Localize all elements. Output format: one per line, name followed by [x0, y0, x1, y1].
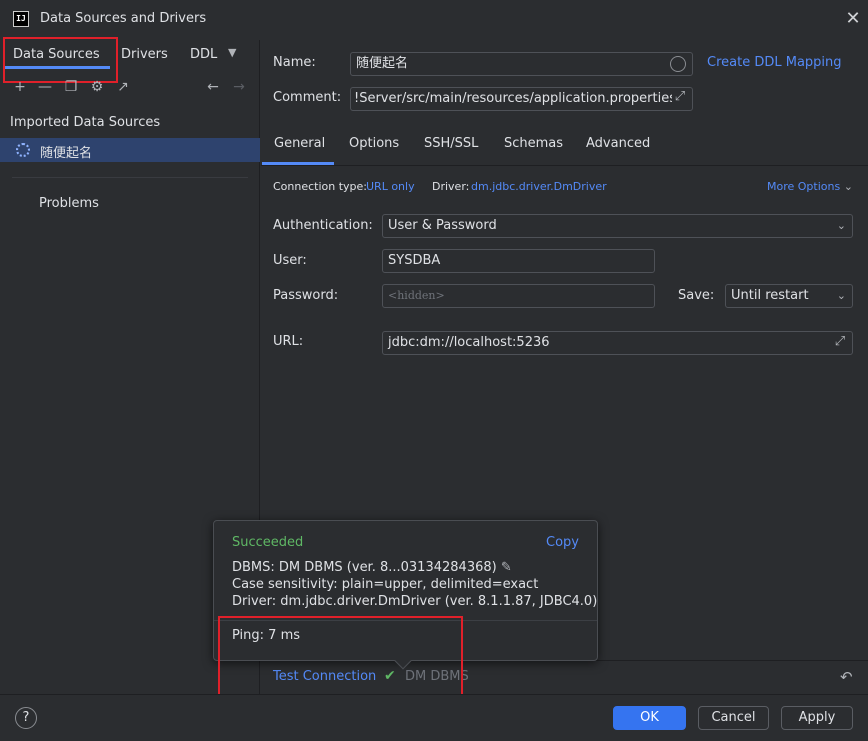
name-label: Name:	[273, 55, 316, 70]
comment-label: Comment:	[273, 90, 342, 105]
settings-icon[interactable]: ⚙	[88, 78, 106, 96]
comment-value: !Server/src/main/resources/application.p…	[354, 91, 677, 106]
driver-label: Driver:	[432, 180, 470, 193]
section-title: Imported Data Sources	[10, 115, 161, 130]
plus-icon[interactable]: +	[11, 78, 29, 96]
highlight-box-data-sources	[3, 37, 118, 83]
driver-info: Driver: dm.jdbc.driver.DmDriver (ver. 8.…	[232, 594, 598, 609]
ok-button[interactable]: OK	[613, 706, 686, 730]
case-sensitivity-info: Case sensitivity: plain=upper, delimited…	[232, 577, 539, 592]
create-ddl-mapping-link[interactable]: Create DDL Mapping	[707, 55, 842, 70]
authentication-value: User & Password	[388, 218, 497, 233]
tab-schemas[interactable]: Schemas	[504, 136, 563, 151]
divider	[12, 177, 248, 178]
save-select[interactable]: Until restart ⌄	[725, 284, 853, 308]
color-circle-icon[interactable]	[670, 56, 686, 72]
url-field[interactable]: jdbc:dm://localhost:5236	[382, 331, 853, 355]
copy-icon[interactable]: ❐	[62, 78, 80, 96]
tab-drivers[interactable]: Drivers	[121, 47, 168, 62]
apply-button[interactable]: Apply	[781, 706, 853, 730]
tabs-more-chevron-icon[interactable]: ▼	[228, 46, 242, 64]
expand-icon[interactable]: ⤢	[832, 334, 848, 352]
comment-field[interactable]: !Server/src/main/resources/application.p…	[350, 87, 693, 111]
help-icon[interactable]: ?	[15, 707, 37, 729]
datasource-icon	[16, 143, 30, 157]
url-label: URL:	[273, 334, 304, 349]
tab-ssh-ssl[interactable]: SSH/SSL	[424, 136, 478, 151]
chevron-down-icon: ⌄	[836, 219, 846, 232]
password-placeholder: <hidden>	[388, 289, 445, 302]
save-value: Until restart	[731, 288, 809, 303]
pencil-icon[interactable]: ✎	[501, 560, 512, 575]
revert-icon[interactable]: ↶	[840, 668, 853, 686]
window-title: Data Sources and Drivers	[40, 11, 207, 26]
connection-type-link[interactable]: URL only	[366, 180, 415, 193]
app-icon: IJ	[13, 11, 29, 27]
datasource-label: 随便起名	[40, 146, 93, 161]
authentication-select[interactable]: User & Password ⌄	[382, 214, 853, 238]
user-value: SYSDBA	[388, 253, 441, 268]
tab-general[interactable]: General	[274, 136, 325, 151]
forward-icon[interactable]: →	[230, 78, 248, 96]
authentication-label: Authentication:	[273, 218, 373, 233]
back-icon[interactable]: ←	[204, 78, 222, 96]
connection-type-label: Connection type:	[273, 180, 368, 193]
tab-options[interactable]: Options	[349, 136, 399, 151]
export-icon[interactable]: ↗	[114, 78, 132, 96]
tab-advanced[interactable]: Advanced	[586, 136, 650, 151]
user-field[interactable]: SYSDBA	[382, 249, 655, 273]
chevron-down-icon: ⌄	[843, 180, 853, 193]
cancel-button[interactable]: Cancel	[698, 706, 769, 730]
driver-link[interactable]: dm.jdbc.driver.DmDriver	[471, 180, 607, 193]
name-value: 随便起名	[356, 56, 409, 71]
copy-link[interactable]: Copy	[546, 535, 579, 550]
password-label: Password:	[273, 288, 339, 303]
dbms-info: DBMS: DM DBMS (ver. 8...03134284368) ✎	[232, 560, 512, 575]
problems-item[interactable]: Problems	[39, 196, 99, 211]
password-field[interactable]: <hidden>	[382, 284, 655, 308]
name-field[interactable]: 随便起名	[350, 52, 693, 76]
more-options-link[interactable]: More Options ⌄	[767, 180, 853, 193]
status-succeeded: Succeeded	[232, 535, 304, 550]
url-value: jdbc:dm://localhost:5236	[388, 335, 550, 350]
save-label: Save:	[678, 288, 715, 303]
tabs-divider	[261, 165, 868, 166]
close-icon[interactable]: ✕	[843, 8, 863, 30]
tab-ddl[interactable]: DDL	[190, 47, 217, 62]
datasource-list-item[interactable]	[0, 138, 260, 162]
expand-icon[interactable]: ⤢	[672, 89, 688, 107]
chevron-down-icon: ⌄	[836, 289, 846, 302]
user-label: User:	[273, 253, 307, 268]
minus-icon[interactable]: —	[36, 78, 54, 96]
